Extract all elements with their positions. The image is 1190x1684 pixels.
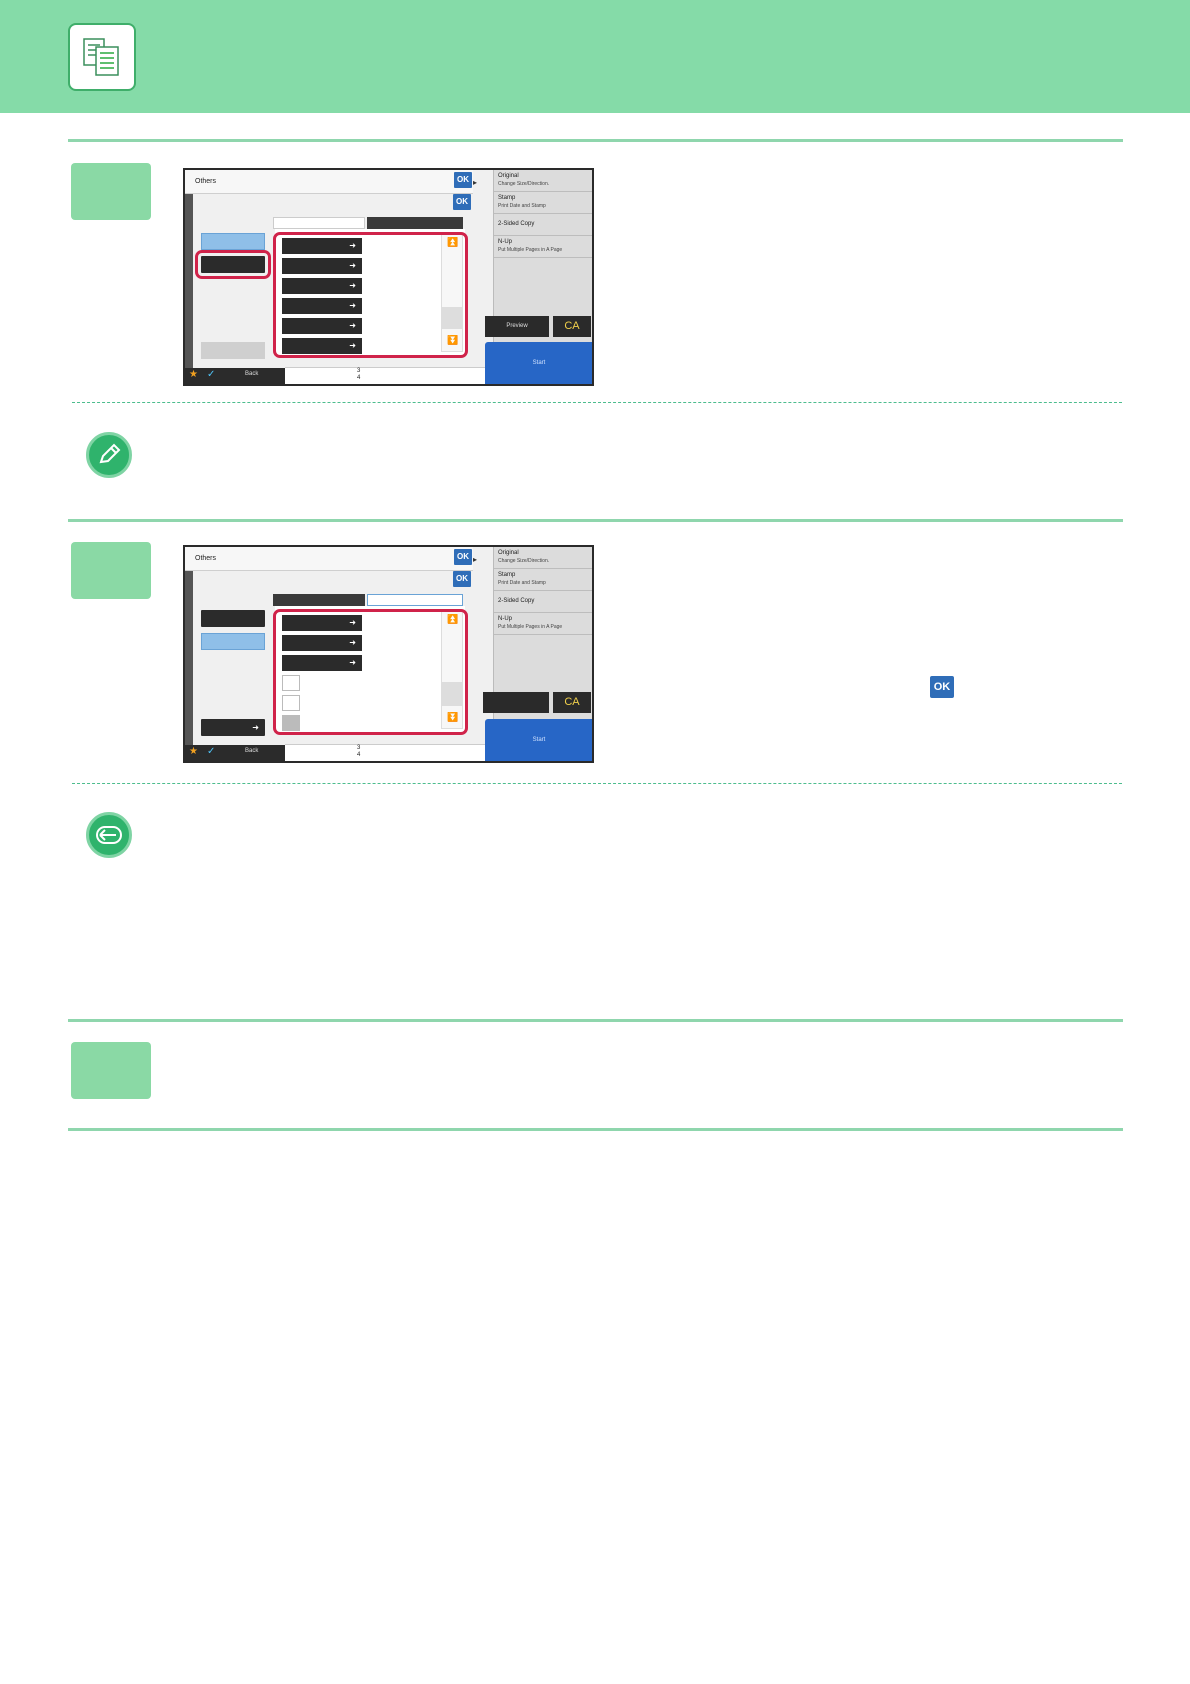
clear-all-button[interactable]: CA (553, 316, 591, 337)
menu-item-sub: Change Size/Direction. (498, 558, 550, 564)
star-icon[interactable]: ★ (189, 746, 198, 757)
section-divider (68, 519, 1123, 522)
section-divider (68, 139, 1123, 142)
menu-item-sub: Print Date and Stamp (498, 203, 546, 209)
tab-left[interactable] (273, 594, 365, 606)
step-marker-1 (71, 163, 151, 220)
disabled-button (201, 342, 265, 359)
menu-item-n-up[interactable]: N-Up Put Multiple Pages in A Page (494, 236, 592, 258)
menu-item-title: N-Up (498, 239, 513, 245)
menu-item-title: Stamp (498, 572, 516, 578)
menu-item-original[interactable]: Original Change Size/Direction. (494, 547, 592, 569)
menu-item-2-sided-copy[interactable]: 2-Sided Copy (494, 214, 592, 236)
preview-button[interactable] (483, 692, 549, 713)
highlight-box (195, 250, 271, 279)
menu-item-stamp[interactable]: Stamp Print Date and Stamp (494, 569, 592, 591)
dashed-divider (72, 402, 1122, 403)
return-arrow-icon (86, 812, 132, 858)
menu-item-2-sided-copy[interactable]: 2-Sided Copy (494, 591, 592, 613)
left-strip (185, 571, 193, 751)
counter-bottom: 4 (357, 752, 361, 758)
left-strip (185, 194, 193, 374)
tab-right[interactable] (367, 594, 463, 606)
menu-item-sub: Put Multiple Pages in A Page (498, 624, 563, 630)
menu-item-title: Stamp (498, 195, 516, 201)
dashed-divider (72, 783, 1122, 784)
ok-button[interactable]: OK (454, 549, 472, 565)
category-button-selected[interactable] (201, 633, 265, 650)
counter-top: 3 (357, 745, 361, 751)
category-button[interactable] (201, 610, 265, 627)
screen-title: Others (185, 170, 473, 194)
menu-item-title: 2-Sided Copy (498, 598, 535, 604)
ok-button-secondary[interactable]: OK (453, 571, 471, 587)
category-button-selected[interactable] (201, 233, 265, 250)
back-button[interactable]: Back (245, 371, 258, 377)
ok-button[interactable]: OK (454, 172, 472, 188)
counter-area: 3 4 (285, 367, 485, 384)
preview-button[interactable]: Preview (485, 316, 549, 337)
screen-mockup-2: Others OK ▸ OK ➜ ➜ ➜ ➜ ⏫ ⏬ Original Chan… (183, 545, 594, 763)
menu-item-sub: Print Date and Stamp (498, 580, 546, 586)
back-button[interactable]: Back (245, 748, 258, 754)
step-marker-3 (71, 1042, 151, 1099)
menu-item-n-up[interactable]: N-Up Put Multiple Pages in A Page (494, 613, 592, 635)
menu-item-title: 2-Sided Copy (498, 221, 535, 227)
highlight-box (273, 232, 468, 358)
start-button[interactable]: Start (485, 342, 592, 384)
menu-item-title: Original (498, 173, 519, 179)
start-button[interactable]: Start (485, 719, 592, 761)
counter-area: 3 4 (285, 744, 485, 761)
menu-item-title: N-Up (498, 616, 513, 622)
tab-right[interactable] (367, 217, 463, 229)
screen-mockup-1: Others OK ▸ OK ➜ ➜ ➜ ➜ ➜ ➜ ⏫ ⏬ Original … (183, 168, 594, 386)
expand-icon: ▸ (473, 178, 478, 187)
step-marker-2 (71, 542, 151, 599)
counter-bottom: 4 (357, 375, 361, 381)
menu-item-original[interactable]: Original Change Size/Direction. (494, 170, 592, 192)
arrow-button[interactable]: ➜ (201, 719, 265, 736)
highlight-box (273, 609, 468, 735)
menu-item-title: Original (498, 550, 519, 556)
counter-top: 3 (357, 368, 361, 374)
ok-key-icon: OK (930, 676, 954, 698)
menu-item-stamp[interactable]: Stamp Print Date and Stamp (494, 192, 592, 214)
ok-button-secondary[interactable]: OK (453, 194, 471, 210)
bottom-bar: ★ ✓ Back (185, 368, 285, 384)
tab-left[interactable] (273, 217, 365, 229)
bottom-bar: ★ ✓ Back (185, 745, 285, 761)
screen-title: Others (185, 547, 473, 571)
header-band (0, 0, 1190, 113)
expand-icon: ▸ (473, 555, 478, 564)
section-divider (68, 1019, 1123, 1022)
star-icon[interactable]: ★ (189, 369, 198, 380)
clear-all-button[interactable]: CA (553, 692, 591, 713)
pencil-note-icon (86, 432, 132, 478)
section-divider (68, 1128, 1123, 1131)
check-icon[interactable]: ✓ (207, 369, 215, 380)
menu-item-sub: Put Multiple Pages in A Page (498, 247, 563, 253)
check-icon[interactable]: ✓ (207, 746, 215, 757)
menu-item-sub: Change Size/Direction. (498, 181, 550, 187)
copy-document-icon (68, 23, 136, 91)
